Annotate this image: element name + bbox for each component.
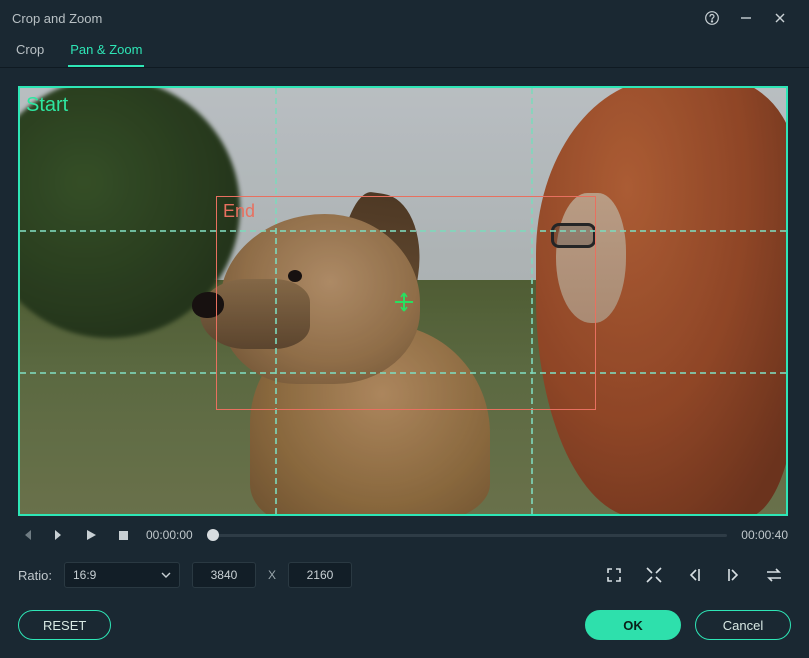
- ratio-label: Ratio:: [18, 568, 52, 583]
- dimension-separator: X: [268, 568, 276, 582]
- fit-button[interactable]: [600, 563, 628, 587]
- chevron-down-icon: [161, 570, 171, 580]
- swap-button[interactable]: [760, 563, 788, 587]
- ratio-select[interactable]: 16:9: [64, 562, 180, 588]
- close-button[interactable]: [763, 0, 797, 36]
- timeline-thumb[interactable]: [207, 529, 219, 541]
- minimize-button[interactable]: [729, 0, 763, 36]
- next-frame-button[interactable]: [50, 526, 68, 544]
- center-marker-icon: [393, 291, 413, 311]
- start-handle-br[interactable]: [772, 500, 788, 516]
- end-frame-label: End: [223, 201, 255, 222]
- preview-start-frame[interactable]: Start End: [18, 86, 788, 516]
- start-handle-tl[interactable]: [18, 86, 34, 102]
- help-button[interactable]: [695, 0, 729, 36]
- center-icon: [645, 566, 663, 584]
- start-handle-tr[interactable]: [772, 86, 788, 102]
- tab-bar: Crop Pan & Zoom: [0, 36, 809, 68]
- width-input[interactable]: 3840: [192, 562, 256, 588]
- footer: RESET OK Cancel: [0, 588, 809, 658]
- ratio-value: 16:9: [73, 568, 96, 582]
- height-input[interactable]: 2160: [288, 562, 352, 588]
- swap-icon: [764, 566, 784, 584]
- stop-button[interactable]: [114, 526, 132, 544]
- window-title: Crop and Zoom: [12, 11, 102, 26]
- play-button[interactable]: [82, 526, 100, 544]
- center-button[interactable]: [640, 563, 668, 587]
- tab-crop[interactable]: Crop: [14, 36, 46, 67]
- reset-button[interactable]: RESET: [18, 610, 111, 640]
- ok-button[interactable]: OK: [585, 610, 681, 640]
- prev-frame-button[interactable]: [18, 526, 36, 544]
- cancel-button[interactable]: Cancel: [695, 610, 791, 640]
- align-end-button[interactable]: [720, 563, 748, 587]
- total-time: 00:00:40: [741, 528, 788, 542]
- playback-bar: 00:00:00 00:00:40: [18, 526, 788, 544]
- titlebar: Crop and Zoom: [0, 0, 809, 36]
- current-time: 00:00:00: [146, 528, 193, 542]
- tab-pan-zoom[interactable]: Pan & Zoom: [68, 36, 144, 67]
- align-start-icon: [685, 566, 703, 584]
- ratio-row: Ratio: 16:9 3840 X 2160: [18, 562, 788, 588]
- align-end-icon: [725, 566, 743, 584]
- timeline-slider[interactable]: [207, 527, 728, 543]
- start-handle-bl[interactable]: [18, 500, 34, 516]
- align-start-button[interactable]: [680, 563, 708, 587]
- fit-icon: [605, 566, 623, 584]
